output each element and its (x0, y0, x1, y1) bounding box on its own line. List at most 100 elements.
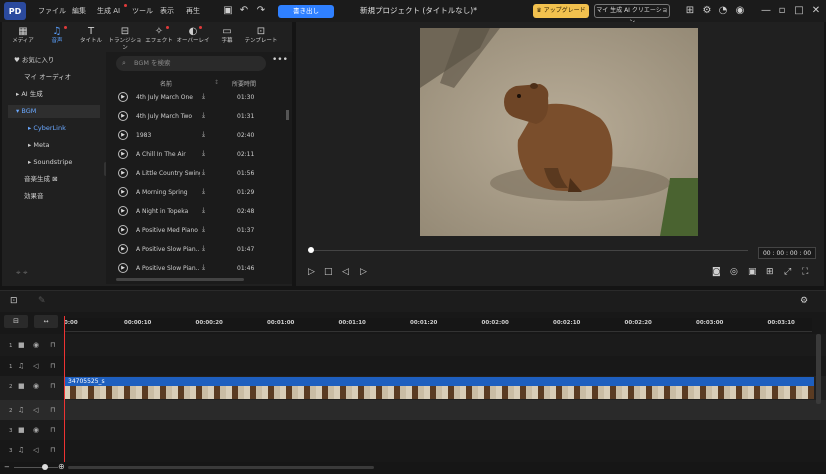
list-item[interactable]: ▶ A Night in Topeka ⤓ 02:48 (106, 202, 286, 221)
download-icon[interactable]: ⤓ (202, 92, 205, 101)
timeline-v-scrollbar[interactable] (816, 334, 821, 404)
play-icon[interactable]: ▶ (118, 149, 128, 159)
col-duration-header[interactable]: 所要時間 (232, 79, 256, 88)
menu-playback[interactable]: 再生 (186, 6, 200, 16)
pen-icon[interactable]: ✎ (38, 296, 46, 306)
restore-icon[interactable]: ▫ (775, 4, 789, 18)
snapshot-icon[interactable]: ◙ (712, 267, 721, 277)
play-icon[interactable]: ▶ (118, 92, 128, 102)
list-item[interactable]: ▶ 4th July March Two ⤓ 01:31 (106, 107, 286, 126)
notification-icon[interactable]: ◔ (716, 4, 730, 18)
download-icon[interactable]: ⤓ (202, 263, 205, 272)
speaker-icon[interactable]: ◁ (33, 446, 38, 454)
play-icon[interactable]: ▶ (118, 225, 128, 235)
timeline-settings-icon[interactable]: ⚙ (800, 296, 808, 306)
speaker-icon[interactable]: ◁ (33, 406, 38, 414)
lock-icon[interactable]: ⊓ (50, 426, 55, 434)
sidebar-item-ai[interactable]: ▸ AI 生成 (16, 88, 108, 101)
zoom-in-icon[interactable]: ⊕ (58, 462, 65, 471)
sort-icon[interactable]: ↕ (214, 79, 219, 86)
timeline-h-scrollbar[interactable] (68, 466, 374, 469)
account-icon[interactable]: ◉ (733, 4, 747, 18)
download-icon[interactable]: ⤓ (202, 244, 205, 253)
download-icon[interactable]: ⤓ (202, 225, 205, 234)
tab-title[interactable]: T タイトル (74, 26, 108, 48)
quality-icon[interactable]: ▣ (748, 267, 757, 277)
download-icon[interactable]: ⤓ (202, 149, 205, 158)
download-icon[interactable]: ⤓ (202, 130, 205, 139)
stop-icon[interactable]: □ (324, 267, 333, 277)
maximize-icon[interactable]: □ (792, 4, 806, 18)
menu-file[interactable]: ファイル (38, 6, 66, 16)
menu-tools[interactable]: ツール (132, 6, 153, 16)
zoom-out-icon[interactable]: − (4, 463, 10, 471)
layout-icon[interactable]: ⊞ (683, 4, 697, 18)
settings-icon[interactable]: ⚙ (700, 4, 714, 18)
fit-timeline-button[interactable]: ↔ (34, 315, 58, 328)
list-item[interactable]: ▶ A Chill In The Air ⤓ 02:11 (106, 145, 286, 164)
sidebar-item-my-audio[interactable]: マイ オーディオ (24, 71, 116, 84)
tab-transition[interactable]: ⊟ トランジション (108, 26, 142, 51)
insert-icon[interactable]: ⊡ (10, 296, 18, 306)
play-icon[interactable]: ▶ (118, 244, 128, 254)
play-icon[interactable]: ▶ (118, 168, 128, 178)
redo-icon[interactable]: ↷ (254, 4, 268, 18)
play-icon[interactable]: ▷ (308, 267, 315, 277)
tag-icon[interactable]: ⌖ ⌖ (16, 268, 28, 278)
list-item[interactable]: ▶ A Positive Slow Pian... ⤓ 01:46 (106, 259, 286, 278)
menu-ai[interactable]: 生成 AI (97, 6, 120, 16)
download-icon[interactable]: ⤓ (202, 111, 205, 120)
list-item[interactable]: ▶ A Morning Spring ⤓ 01:29 (106, 183, 286, 202)
lock-icon[interactable]: ⊓ (50, 341, 55, 349)
lock-icon[interactable]: ⊓ (50, 362, 55, 370)
tab-overlay[interactable]: ◐ オーバーレイ (176, 26, 210, 48)
preview-settings-icon[interactable]: ◎ (730, 267, 738, 277)
minimize-icon[interactable]: — (759, 4, 773, 18)
col-name-header[interactable]: 名前 (160, 79, 172, 88)
play-icon[interactable]: ▶ (118, 130, 128, 140)
upgrade-button[interactable]: ♛ アップグレード (533, 4, 589, 18)
list-item[interactable]: ▶ 1983 ⤓ 02:40 (106, 126, 286, 145)
seek-thumb[interactable] (308, 247, 314, 253)
eye-icon[interactable]: ◉ (33, 426, 39, 434)
zoom-icon[interactable]: ⊞ (766, 267, 774, 277)
eye-icon[interactable]: ◉ (33, 341, 39, 349)
save-icon[interactable]: ▣ (221, 4, 235, 18)
list-scrollbar[interactable] (286, 110, 289, 120)
tab-media[interactable]: ▦ メディア (6, 26, 40, 48)
list-item[interactable]: ▶ A Little Country Swing ⤓ 01:56 (106, 164, 286, 183)
lock-icon[interactable]: ⊓ (50, 446, 55, 454)
zoom-slider[interactable] (14, 467, 58, 468)
track-manager-button[interactable]: ⊟ (4, 315, 28, 328)
sidebar-item-bgm[interactable]: ▾ BGM (8, 105, 100, 118)
tab-subtitle[interactable]: ▭ 字幕 (210, 26, 244, 48)
speaker-icon[interactable]: ◁ (33, 362, 38, 370)
zoom-slider-thumb[interactable] (42, 464, 48, 470)
search-input[interactable]: BGM を検索 (116, 56, 266, 71)
play-icon[interactable]: ▶ (118, 206, 128, 216)
h-scrollbar[interactable] (116, 278, 244, 281)
fullscreen-icon[interactable]: ⛶ (802, 267, 808, 277)
lock-icon[interactable]: ⊓ (50, 382, 55, 390)
play-icon[interactable]: ▶ (118, 111, 128, 121)
download-icon[interactable]: ⤓ (202, 206, 205, 215)
list-item[interactable]: ▶ A Positive Slow Pian... ⤓ 01:47 (106, 240, 286, 259)
list-item[interactable]: ▶ A Positive Med Piano 2 ⤓ 01:37 (106, 221, 286, 240)
time-ruler[interactable]: 0:00 00:00:10 00:00:20 00:01:00 00:01:10 00:0… (64, 318, 812, 332)
download-icon[interactable]: ⤓ (202, 168, 205, 177)
next-frame-icon[interactable]: ▷ (360, 267, 367, 277)
playhead[interactable] (64, 316, 65, 462)
list-item[interactable]: ▶ 4th July March One ⤓ 01:30 (106, 88, 286, 107)
download-icon[interactable]: ⤓ (202, 187, 205, 196)
ai-creations-button[interactable]: マイ 生成 AI クリエーション (594, 4, 670, 26)
tab-template[interactable]: ⊡ テンプレート (244, 26, 278, 48)
more-icon[interactable]: ••• (272, 55, 288, 69)
sidebar-item-music-gen[interactable]: 音楽生成 ⊠ (24, 173, 116, 186)
eye-icon[interactable]: ◉ (33, 382, 39, 390)
close-icon[interactable]: ✕ (809, 4, 823, 18)
prev-frame-icon[interactable]: ◁ (342, 267, 349, 277)
menu-edit[interactable]: 編集 (72, 6, 86, 16)
lock-icon[interactable]: ⊓ (50, 406, 55, 414)
sidebar-item-favorites[interactable]: ♥ お気に入り (14, 54, 106, 67)
seek-track[interactable] (308, 250, 748, 251)
